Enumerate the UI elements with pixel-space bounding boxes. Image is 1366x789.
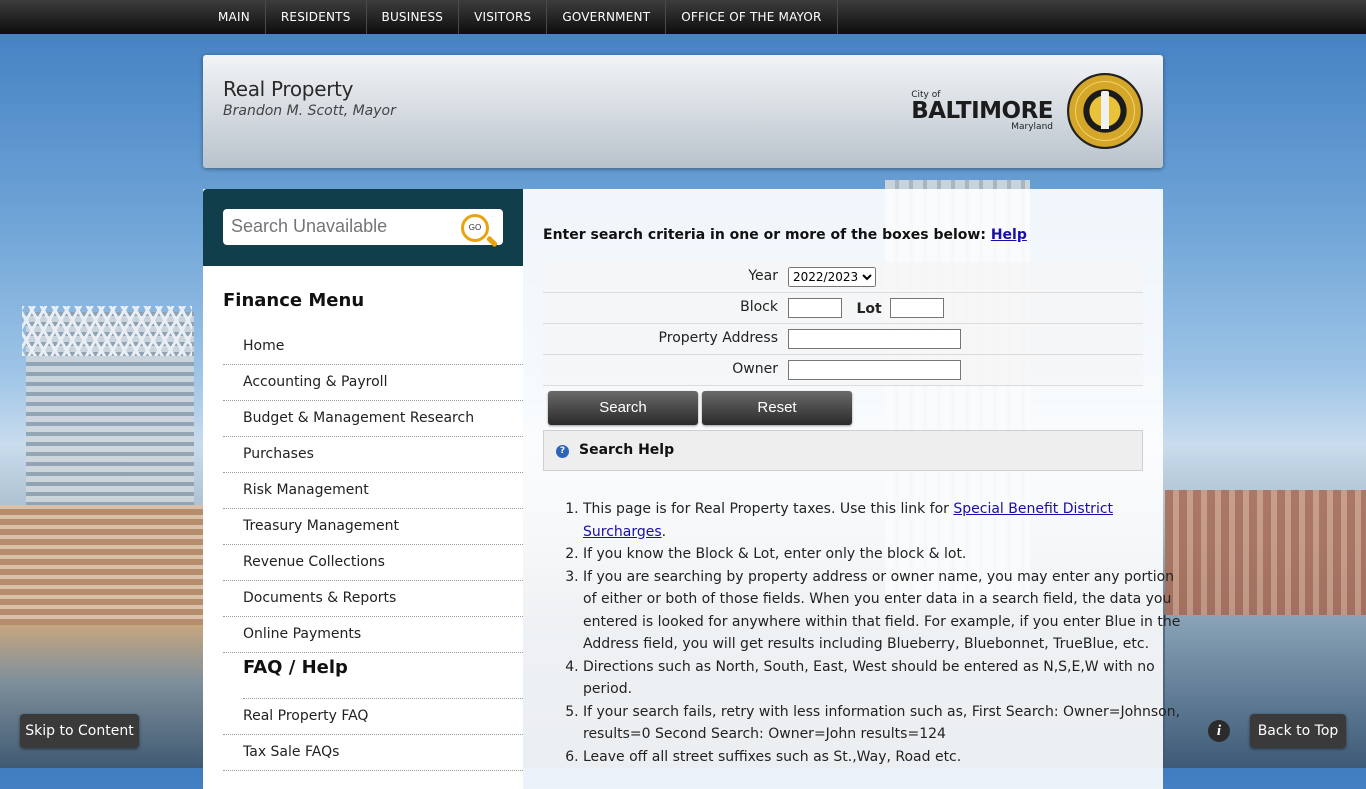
instructions-text: Enter search criteria in one or more of …: [543, 227, 986, 243]
background-building-crown: [22, 306, 192, 356]
page-title: Real Property: [223, 77, 354, 101]
nav-residents[interactable]: RESIDENTS: [266, 0, 367, 34]
nav-visitors[interactable]: VISITORS: [459, 0, 548, 34]
lot-input[interactable]: [890, 298, 945, 318]
finance-menu-title: Finance Menu: [223, 290, 365, 311]
search-go-icon[interactable]: GO: [461, 214, 489, 242]
nav-business[interactable]: BUSINESS: [367, 0, 460, 34]
search-help-list: This page is for Real Property taxes. Us…: [543, 498, 1183, 768]
top-navigation: MAIN RESIDENTS BUSINESS VISITORS GOVERNM…: [0, 0, 1366, 34]
menu-item-documents-reports[interactable]: Documents & Reports: [223, 581, 523, 617]
seal-monument: [1101, 91, 1109, 129]
search-help-title: Search Help: [579, 442, 675, 458]
block-lot-row: Block Lot: [543, 293, 1143, 324]
year-label: Year: [748, 268, 778, 284]
search-instructions: Enter search criteria in one or more of …: [543, 227, 1027, 243]
year-select[interactable]: 2022/2023: [788, 267, 876, 287]
sidebar: GO Finance Menu Home Accounting & Payrol…: [203, 189, 523, 789]
property-address-input[interactable]: [788, 329, 961, 349]
nav-government[interactable]: GOVERNMENT: [547, 0, 667, 34]
question-icon: ?: [556, 445, 569, 458]
background-building-low: [0, 505, 203, 625]
help-item: Leave off all street suffixes such as St…: [583, 746, 1183, 769]
site-search-input[interactable]: [223, 209, 469, 243]
help-item-1-end: .: [661, 523, 667, 540]
main-content: Enter search criteria in one or more of …: [523, 189, 1180, 789]
nav-main[interactable]: MAIN: [203, 0, 266, 34]
menu-item-tax-sale-faqs[interactable]: Tax Sale FAQs: [223, 735, 523, 771]
background-building-right: [1165, 490, 1366, 620]
menu-item-budget-management-research[interactable]: Budget & Management Research: [223, 401, 523, 437]
nav-office-of-the-mayor[interactable]: OFFICE OF THE MAYOR: [666, 0, 838, 34]
logo-state: Maryland: [1011, 122, 1053, 132]
help-link[interactable]: Help: [991, 227, 1027, 243]
year-row: Year 2022/2023: [543, 262, 1143, 293]
baltimore-logo[interactable]: City of BALTIMORE Maryland: [911, 91, 1053, 132]
back-to-top-button[interactable]: Back to Top: [1250, 714, 1346, 748]
help-item-1-text: This page is for Real Property taxes. Us…: [583, 501, 954, 517]
owner-input[interactable]: [788, 360, 961, 380]
property-search-form: Year 2022/2023 Block Lot Property Addres…: [543, 262, 1143, 386]
reset-button[interactable]: Reset: [702, 391, 852, 425]
faq-help-heading: FAQ / Help: [243, 653, 523, 699]
city-seal-icon: [1067, 73, 1143, 149]
address-row: Property Address: [543, 324, 1143, 355]
logo-name: BALTIMORE: [911, 98, 1053, 124]
help-item: This page is for Real Property taxes. Us…: [583, 498, 1183, 543]
property-address-label: Property Address: [658, 330, 778, 346]
help-item: If you know the Block & Lot, enter only …: [583, 543, 1183, 566]
mayor-name: Brandon M. Scott, Mayor: [223, 103, 396, 119]
menu-item-real-property-faq[interactable]: Real Property FAQ: [223, 699, 523, 735]
skip-to-content-button[interactable]: Skip to Content: [20, 714, 139, 748]
menu-item-home[interactable]: Home: [223, 329, 523, 365]
menu-item-online-payments[interactable]: Online Payments: [223, 617, 523, 653]
faq-menu: Real Property FAQ Tax Sale FAQs: [223, 699, 523, 771]
block-label: Block: [740, 299, 778, 315]
page-header: Real Property Brandon M. Scott, Mayor Ci…: [203, 55, 1163, 168]
help-item: If your search fails, retry with less in…: [583, 701, 1183, 746]
menu-item-purchases[interactable]: Purchases: [223, 437, 523, 473]
finance-menu: Home Accounting & Payroll Budget & Manag…: [223, 329, 523, 653]
help-item: If you are searching by property address…: [583, 566, 1183, 656]
owner-label: Owner: [732, 361, 778, 377]
search-help-panel[interactable]: ? Search Help: [543, 430, 1143, 471]
menu-item-treasury-management[interactable]: Treasury Management: [223, 509, 523, 545]
info-icon[interactable]: i: [1208, 720, 1230, 742]
menu-item-risk-management[interactable]: Risk Management: [223, 473, 523, 509]
form-buttons: Search Reset: [548, 391, 856, 425]
search-button[interactable]: Search: [548, 391, 698, 425]
menu-item-accounting-payroll[interactable]: Accounting & Payroll: [223, 365, 523, 401]
lot-label: Lot: [856, 300, 882, 317]
help-item: Directions such as North, South, East, W…: [583, 656, 1183, 701]
site-search-bar: GO: [203, 189, 523, 266]
site-search-box: GO: [223, 209, 503, 245]
block-input[interactable]: [788, 298, 842, 318]
owner-row: Owner: [543, 355, 1143, 386]
menu-item-revenue-collections[interactable]: Revenue Collections: [223, 545, 523, 581]
